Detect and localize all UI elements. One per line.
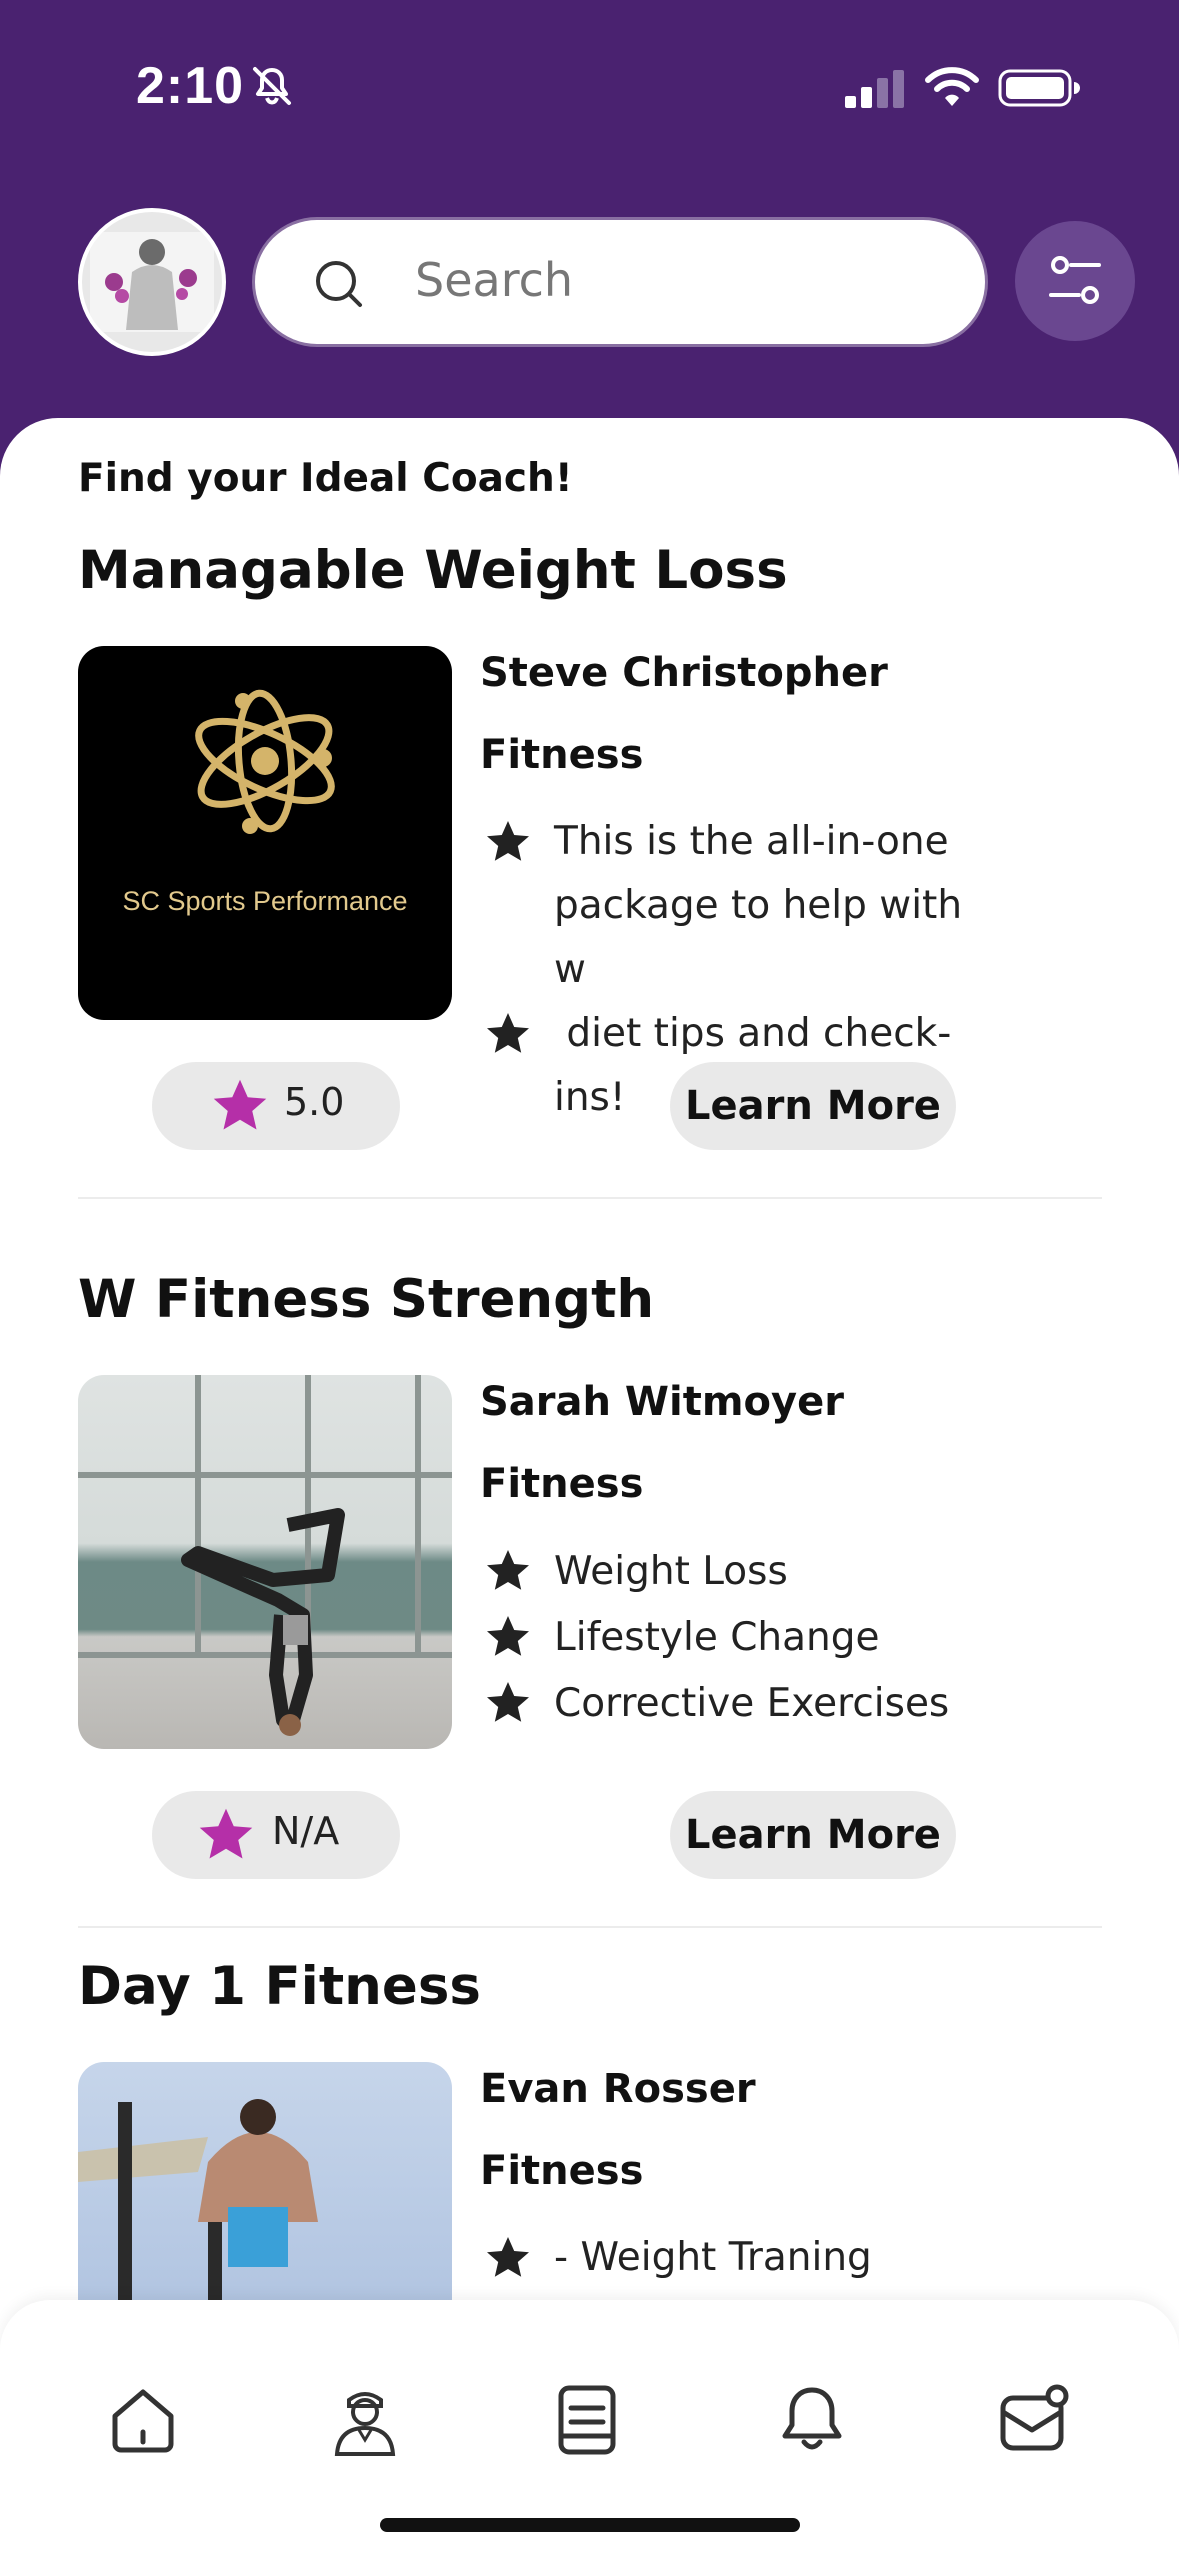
coach-name: Evan Rosser: [480, 2066, 756, 2112]
search-bar[interactable]: Search: [255, 220, 985, 344]
feature-item: Weight Loss: [484, 1539, 1004, 1605]
battery-icon: [998, 69, 1080, 107]
program-image[interactable]: [78, 1375, 452, 1749]
tab-programs[interactable]: [547, 2380, 627, 2460]
coach-name: Sarah Witmoyer: [480, 1379, 844, 1425]
program-title: W Fitness Strength: [78, 1269, 655, 1330]
tab-home[interactable]: [103, 2380, 183, 2460]
cellular-signal-icon: [845, 70, 904, 108]
feature-text: This is the all-in-one package to help w…: [554, 819, 963, 992]
filter-icon: [1049, 256, 1101, 304]
tab-inbox[interactable]: [995, 2380, 1075, 2460]
rating-badge: N/A: [152, 1791, 400, 1879]
rating-value: N/A: [272, 1809, 340, 1853]
status-bar: 2:10: [0, 0, 1179, 180]
rating-star-icon: [213, 1079, 267, 1130]
search-icon: [316, 261, 362, 307]
rating-badge: 5.0: [152, 1062, 400, 1150]
divider: [78, 1926, 1102, 1928]
feature-text: Corrective Exercises: [554, 1681, 950, 1726]
search-input[interactable]: Search: [415, 253, 573, 307]
feature-text: Weight Loss: [554, 1549, 788, 1594]
coach-name: Steve Christopher: [480, 650, 888, 696]
filter-button[interactable]: [1015, 221, 1135, 341]
rating-star-icon: [199, 1808, 253, 1859]
star-icon: [487, 1682, 529, 1722]
program-title: Managable Weight Loss: [78, 540, 788, 601]
bell-icon: [782, 2387, 842, 2450]
coach-category: Fitness: [480, 732, 644, 778]
status-time: 2:10: [136, 57, 245, 115]
coach-list-sheet: Find your Ideal Coach! Managable Weight …: [0, 418, 1179, 2556]
bottom-tab-bar: [0, 2300, 1179, 2556]
star-icon: [487, 1550, 529, 1590]
page-tagline: Find your Ideal Coach!: [78, 456, 573, 501]
home-indicator: [380, 2518, 800, 2532]
divider: [78, 1197, 1102, 1199]
programs-icon: [558, 2385, 616, 2455]
tab-coaches[interactable]: [325, 2380, 405, 2460]
wifi-icon: [925, 67, 979, 106]
feature-text: Lifestyle Change: [554, 1615, 880, 1660]
feature-item: Lifestyle Change: [484, 1605, 1004, 1671]
handstand-photo: [78, 1375, 452, 1736]
rating-value: 5.0: [284, 1080, 345, 1124]
feature-item: This is the all-in-one package to help w…: [484, 810, 1004, 1002]
star-icon: [487, 2237, 529, 2277]
bell-slash-icon: [253, 67, 291, 105]
feature-item: Corrective Exercises: [484, 1671, 1004, 1737]
inbox-icon: [1000, 2384, 1069, 2451]
tab-notifications[interactable]: [772, 2380, 852, 2460]
coach-category: Fitness: [480, 2148, 644, 2194]
learn-more-button[interactable]: Learn More: [670, 1791, 956, 1879]
home-icon: [112, 2389, 174, 2453]
star-icon: [487, 821, 529, 861]
learn-more-button[interactable]: Learn More: [670, 1062, 956, 1150]
feature-text: - Weight Traning: [554, 2235, 872, 2280]
feature-item: - Weight Traning: [484, 2226, 1004, 2290]
program-image[interactable]: SC Sports Performance: [78, 646, 452, 1020]
feature-list: Weight Loss Lifestyle Change Corrective …: [484, 1539, 1004, 1737]
program-image-logo-text: SC Sports Performance: [122, 886, 408, 916]
program-title: Day 1 Fitness: [78, 1956, 481, 2017]
coach-category: Fitness: [480, 1461, 644, 1507]
star-icon: [487, 1616, 529, 1656]
star-icon: [487, 1013, 529, 1053]
avatar[interactable]: [78, 208, 226, 356]
atom-logo-icon: [195, 689, 335, 834]
coach-icon: [334, 2392, 396, 2456]
feature-list: - Weight Traning: [484, 2226, 1004, 2290]
